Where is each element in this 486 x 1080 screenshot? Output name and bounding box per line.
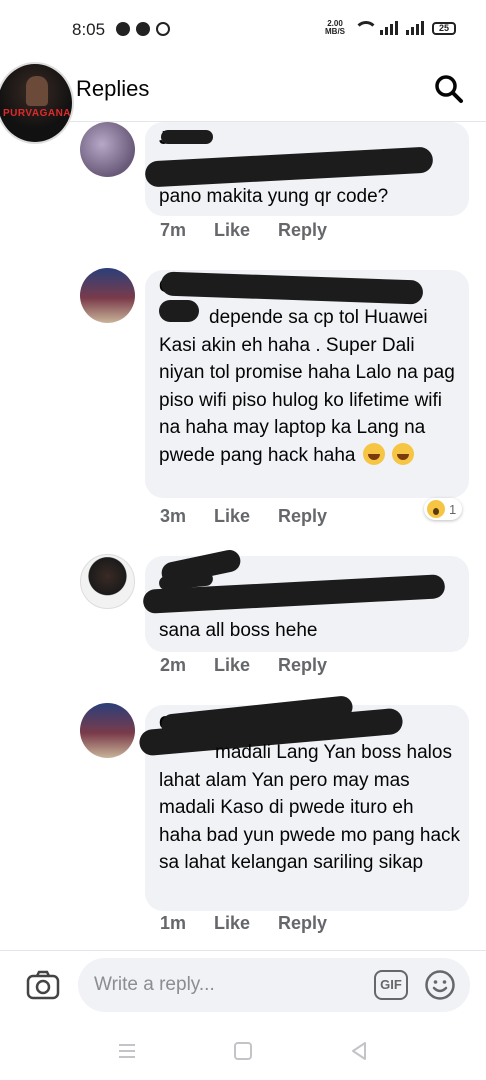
like-button[interactable]: Like bbox=[214, 655, 250, 676]
header: PURVAGANA Replies bbox=[0, 62, 486, 144]
signal-icon-2 bbox=[406, 21, 424, 35]
signal-icon bbox=[380, 21, 398, 35]
comment-actions: 3m Like Reply bbox=[160, 506, 327, 527]
comment-bubble[interactable]: G depende sa cp tol Huawei Kasi akin eh … bbox=[145, 270, 469, 498]
wifi-icon bbox=[354, 21, 378, 35]
comment-actions: 7m Like Reply bbox=[160, 220, 327, 241]
avatar[interactable] bbox=[80, 268, 135, 323]
avatar[interactable] bbox=[80, 122, 135, 177]
reaction-badge[interactable]: 1 bbox=[424, 498, 463, 520]
redaction-mark bbox=[161, 130, 213, 144]
comment-actions: 1m Like Reply bbox=[160, 913, 327, 934]
network-speed: 2.00 MB/S bbox=[324, 20, 346, 36]
gif-button[interactable]: GIF bbox=[374, 970, 408, 1000]
like-button[interactable]: Like bbox=[214, 506, 250, 527]
camera-icon[interactable] bbox=[26, 968, 60, 1002]
comment-bubble[interactable]: J pano makita yung qr code? bbox=[144, 122, 469, 216]
like-button[interactable]: Like bbox=[214, 220, 250, 241]
menu-icon[interactable] bbox=[114, 1038, 140, 1064]
wow-reaction-icon bbox=[427, 500, 445, 518]
comment-text: sana all boss hehe bbox=[159, 620, 318, 641]
reply-button[interactable]: Reply bbox=[278, 913, 327, 934]
comment-time: 7m bbox=[160, 220, 187, 240]
comment-time: 2m bbox=[160, 655, 187, 675]
avatar[interactable] bbox=[80, 554, 135, 609]
system-nav-bar bbox=[0, 1022, 486, 1080]
status-indicators: 2.00 MB/S 25 bbox=[324, 20, 456, 36]
search-icon[interactable] bbox=[434, 74, 464, 104]
emoji-icon[interactable] bbox=[424, 969, 456, 1001]
laughing-emoji-icon bbox=[362, 442, 385, 465]
comment-time: 1m bbox=[160, 913, 187, 933]
comment-bubble[interactable]: G madali Lang Yan boss halos lahat alam … bbox=[138, 695, 469, 911]
status-time: 8:05 bbox=[72, 20, 106, 39]
reply-button[interactable]: Reply bbox=[278, 655, 327, 676]
comment-text: pano makita yung qr code? bbox=[159, 186, 389, 207]
redaction-mark bbox=[144, 146, 434, 188]
composer-divider bbox=[0, 950, 486, 951]
facebook-notification-icon bbox=[116, 22, 130, 36]
reply-button[interactable]: Reply bbox=[278, 506, 327, 527]
messenger-notification-icon bbox=[136, 22, 150, 36]
back-icon[interactable] bbox=[346, 1038, 372, 1064]
comment-time: 3m bbox=[160, 506, 187, 526]
comment-text-content: depende sa cp tol Huawei Kasi akin eh ha… bbox=[159, 307, 455, 466]
battery-icon: 25 bbox=[432, 21, 456, 35]
reply-button[interactable]: Reply bbox=[278, 220, 327, 241]
avatar[interactable] bbox=[80, 703, 135, 758]
network-speed-unit: MB/S bbox=[325, 27, 345, 36]
comment-actions: 2m Like Reply bbox=[160, 655, 327, 676]
app-notification-icon bbox=[156, 22, 170, 36]
page-avatar[interactable]: PURVAGANA bbox=[0, 62, 74, 144]
comment-bubble[interactable]: J sana all boss hehe bbox=[142, 547, 469, 652]
reply-input[interactable] bbox=[78, 958, 470, 1012]
page-avatar-logo-text: PURVAGANA bbox=[2, 108, 72, 119]
like-button[interactable]: Like bbox=[214, 913, 250, 934]
avatar-person bbox=[26, 76, 48, 106]
laughing-emoji-icon bbox=[392, 442, 415, 465]
page-title: Replies bbox=[76, 76, 150, 101]
home-icon[interactable] bbox=[230, 1038, 256, 1064]
status-bar: 8:05 2.00 MB/S 25 bbox=[0, 0, 486, 62]
reaction-count: 1 bbox=[449, 501, 457, 517]
comment-text: madali Lang Yan boss halos lahat alam Ya… bbox=[159, 742, 461, 873]
comment-text: depende sa cp tol Huawei Kasi akin eh ha… bbox=[159, 304, 461, 469]
notification-icons bbox=[116, 22, 170, 36]
redaction-mark bbox=[160, 271, 424, 305]
